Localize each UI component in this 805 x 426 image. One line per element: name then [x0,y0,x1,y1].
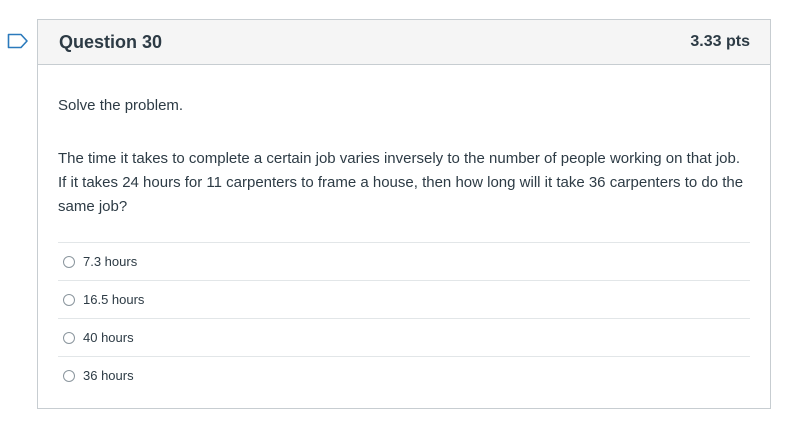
answer-label: 16.5 hours [83,292,145,307]
question-card: Question 30 3.33 pts Solve the problem. … [37,19,771,409]
question-text: The time it takes to complete a certain … [58,150,744,215]
question-header: Question 30 3.33 pts [38,20,770,65]
radio-button[interactable] [63,293,75,306]
answer-option[interactable]: 16.5 hours [58,281,750,319]
question-points: 3.33 pts [690,33,750,50]
question-body: Solve the problem. The time it takes to … [38,65,770,394]
answer-label: 40 hours [83,330,134,345]
answer-label: 36 hours [83,368,134,383]
radio-button[interactable] [63,331,75,344]
answer-list: 7.3 hours 16.5 hours 40 hours 36 hours [58,242,750,394]
answer-option[interactable]: 7.3 hours [58,243,750,281]
question-title: Question 30 [59,31,163,52]
answer-option[interactable]: 36 hours [58,357,750,394]
answer-label: 7.3 hours [83,254,138,269]
radio-button[interactable] [63,255,75,268]
radio-button[interactable] [63,369,75,382]
question-instructions: Solve the problem. [58,97,184,114]
flag-question-icon[interactable] [7,33,29,49]
answer-option[interactable]: 40 hours [58,319,750,357]
